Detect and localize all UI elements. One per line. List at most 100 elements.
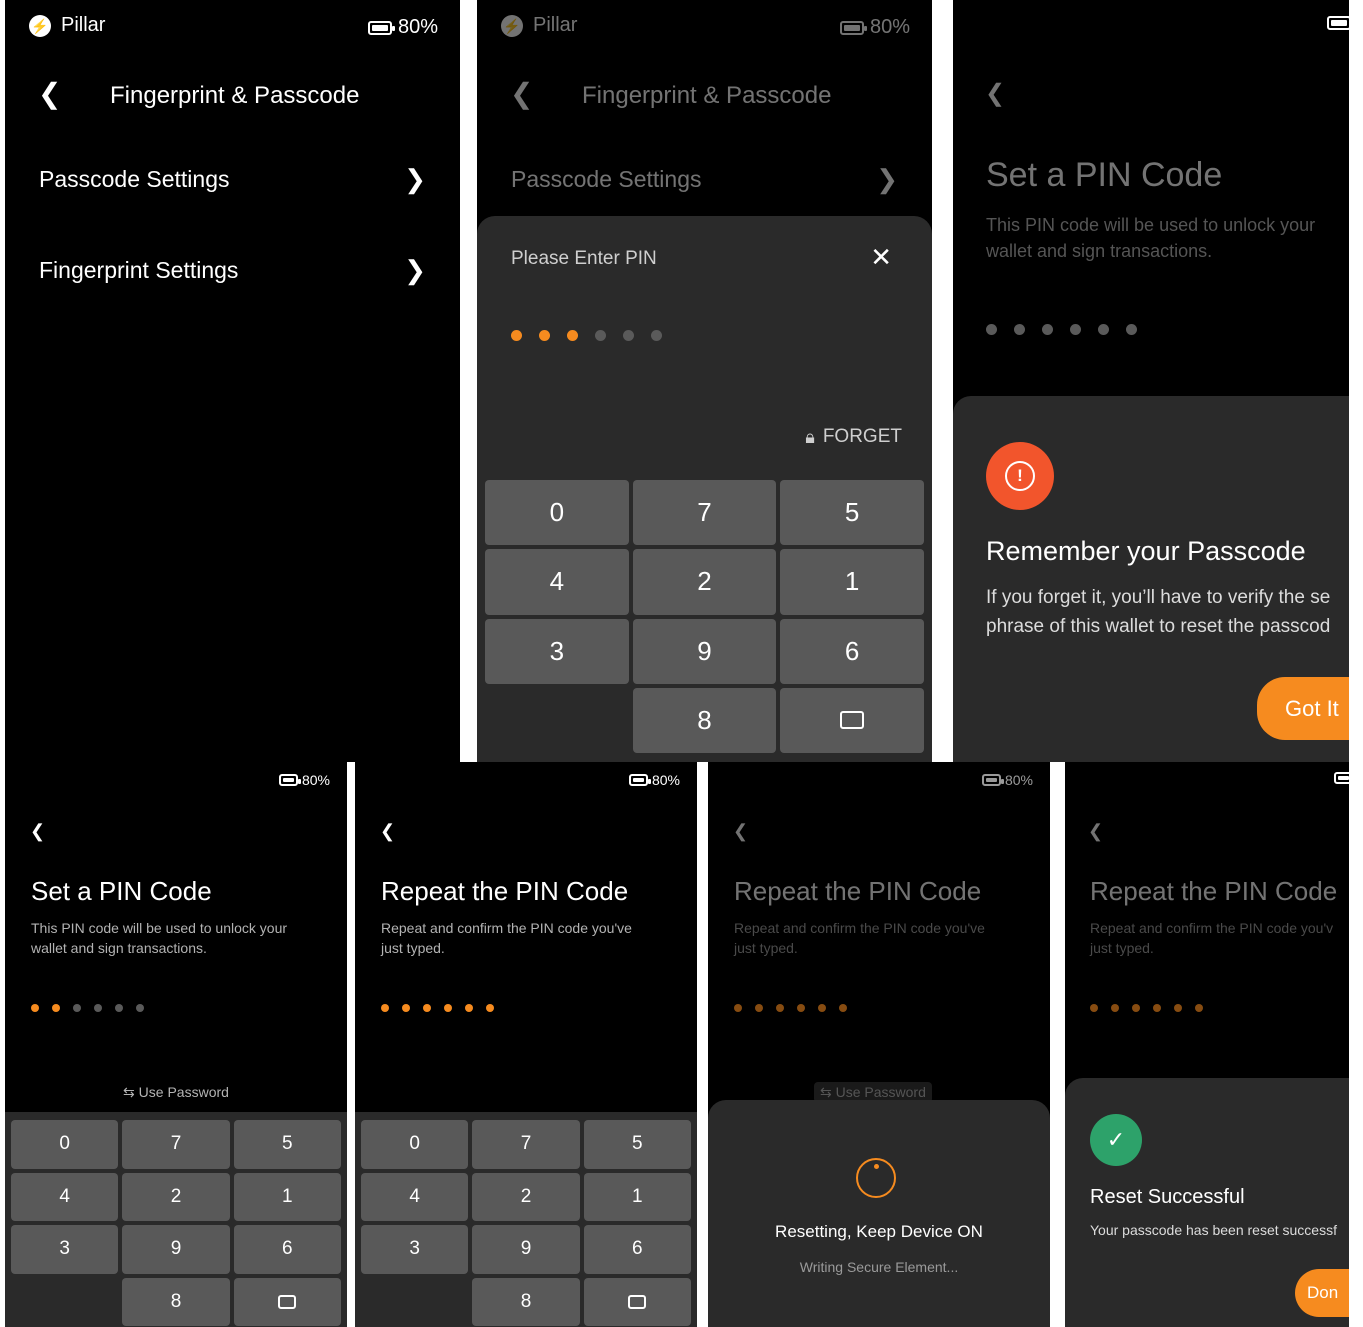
- pin-dots: [986, 324, 1137, 335]
- subtitle-line: just typed.: [734, 940, 798, 957]
- use-password-link[interactable]: ⇆ Use Password: [5, 1084, 347, 1101]
- digit-key[interactable]: 8: [122, 1277, 230, 1326]
- pin-dot-empty: [1070, 324, 1081, 335]
- battery-icon: [1327, 16, 1349, 30]
- backspace-key[interactable]: [780, 687, 924, 753]
- modal-text-line: If you forget it, you’ll have to verify …: [986, 587, 1331, 608]
- close-icon[interactable]: ✕: [870, 242, 892, 273]
- swap-icon: ⇆: [820, 1084, 832, 1100]
- pin-dot-filled: [818, 1004, 826, 1012]
- back-chevron-icon[interactable]: ❮: [510, 80, 533, 108]
- battery-indicator: 80%: [628, 772, 680, 788]
- keypad-area: 075 421 3968: [355, 1112, 697, 1327]
- digit-key[interactable]: 2: [632, 549, 777, 615]
- digit-key[interactable]: 5: [780, 480, 924, 546]
- digit-key[interactable]: 0: [485, 480, 629, 546]
- pin-dots: [1090, 1004, 1203, 1012]
- got-it-button[interactable]: Got It: [1257, 677, 1349, 740]
- pin-dot-filled: [402, 1004, 410, 1012]
- digit-key[interactable]: 8: [632, 687, 777, 753]
- back-chevron-icon[interactable]: ❮: [985, 82, 1005, 106]
- digit-key[interactable]: 5: [583, 1120, 691, 1169]
- digit-key[interactable]: 6: [583, 1225, 691, 1274]
- pin-dot-empty: [1098, 324, 1109, 335]
- digit-key[interactable]: 1: [233, 1172, 341, 1221]
- digit-key[interactable]: 3: [11, 1225, 119, 1274]
- item-label: Passcode Settings: [511, 166, 702, 192]
- passcode-settings-item[interactable]: Passcode Settings ❯: [39, 164, 426, 195]
- digit-key[interactable]: 5: [233, 1120, 341, 1169]
- pin-dot-filled: [423, 1004, 431, 1012]
- pin-dot-filled: [1153, 1004, 1161, 1012]
- backspace-key[interactable]: [233, 1277, 341, 1326]
- subtitle: Repeat and confirm the PIN code you've ju…: [381, 918, 632, 959]
- digit-key[interactable]: 1: [780, 549, 924, 615]
- digit-key[interactable]: 2: [472, 1172, 580, 1221]
- warning-icon: !: [986, 442, 1054, 510]
- pillar-logo-icon: ⚡: [501, 14, 523, 37]
- screen-resetting: 80% ❮ Repeat the PIN Code Repeat and con…: [708, 762, 1050, 1327]
- modal-title: Reset Successful: [1090, 1186, 1245, 1208]
- digit-key[interactable]: 7: [632, 480, 777, 546]
- keypad-area: 075 421 3968: [5, 1112, 347, 1327]
- exclamation-icon: !: [1005, 461, 1035, 491]
- battery-indicator: 80%: [367, 16, 438, 39]
- page-title: Set a PIN Code: [31, 876, 212, 906]
- digit-key[interactable]: 3: [485, 618, 629, 684]
- pin-dot-empty: [623, 330, 634, 341]
- passcode-settings-item[interactable]: Passcode Settings ❯: [511, 164, 898, 195]
- chevron-right-icon: ❯: [404, 164, 426, 194]
- digit-key[interactable]: 6: [233, 1225, 341, 1274]
- battery-fill: [282, 778, 294, 782]
- lock-icon: 🔒︎: [805, 426, 815, 447]
- pin-dot-empty: [1126, 324, 1137, 335]
- digit-key[interactable]: 6: [780, 618, 924, 684]
- digit-key[interactable]: 0: [361, 1120, 469, 1169]
- digit-key[interactable]: 9: [632, 618, 777, 684]
- battery-fill: [1338, 776, 1349, 780]
- pin-dot-filled: [1090, 1004, 1098, 1012]
- pin-dot-empty: [651, 330, 662, 341]
- digit-key[interactable]: 0: [11, 1120, 119, 1169]
- digit-key[interactable]: 9: [472, 1225, 580, 1274]
- back-chevron-icon[interactable]: ❮: [1088, 822, 1103, 840]
- back-chevron-icon[interactable]: ❮: [38, 80, 61, 108]
- pin-dot-filled: [567, 330, 578, 341]
- battery-icon: [628, 774, 651, 786]
- pin-dot-filled: [797, 1004, 805, 1012]
- pin-dot-filled: [31, 1004, 39, 1012]
- digit-key[interactable]: 2: [122, 1172, 230, 1221]
- back-chevron-icon[interactable]: ❮: [30, 822, 45, 840]
- battery-fill: [632, 778, 644, 782]
- digit-key[interactable]: 9: [122, 1225, 230, 1274]
- chevron-right-icon: ❯: [404, 255, 426, 285]
- digit-key[interactable]: 7: [122, 1120, 230, 1169]
- subtitle-line: This PIN code will be used to unlock you…: [986, 215, 1316, 235]
- check-icon: ✓: [1090, 1114, 1142, 1166]
- fingerprint-settings-item[interactable]: Fingerprint Settings ❯: [39, 255, 426, 286]
- back-chevron-icon[interactable]: ❮: [733, 822, 748, 840]
- brand: ⚡ Pillar: [29, 14, 105, 37]
- digit-key[interactable]: 8: [472, 1277, 580, 1326]
- pin-dot-filled: [381, 1004, 389, 1012]
- digit-key[interactable]: 1: [583, 1172, 691, 1221]
- digit-key[interactable]: 4: [485, 549, 629, 615]
- battery-indicator: 80%: [981, 772, 1033, 788]
- digit-key[interactable]: 7: [472, 1120, 580, 1169]
- digit-key[interactable]: 3: [361, 1225, 469, 1274]
- forget-button[interactable]: 🔒︎ FORGET: [805, 426, 902, 448]
- back-chevron-icon[interactable]: ❮: [380, 822, 395, 840]
- pin-dots: [511, 330, 662, 341]
- done-button[interactable]: Don: [1295, 1269, 1349, 1317]
- battery-percent: 80%: [397, 16, 438, 38]
- subtitle-line: Repeat and confirm the PIN code you've: [734, 920, 985, 936]
- pin-dot-filled: [52, 1004, 60, 1012]
- digit-key[interactable]: 4: [11, 1172, 119, 1221]
- battery-percent: 80%: [1004, 772, 1033, 788]
- backspace-key[interactable]: [583, 1277, 691, 1326]
- keypad: 075 421 3968: [485, 480, 924, 753]
- digit-key[interactable]: 4: [361, 1172, 469, 1221]
- brand-name: Pillar: [61, 14, 106, 36]
- battery-icon: [839, 20, 867, 35]
- forget-label: FORGET: [822, 426, 902, 447]
